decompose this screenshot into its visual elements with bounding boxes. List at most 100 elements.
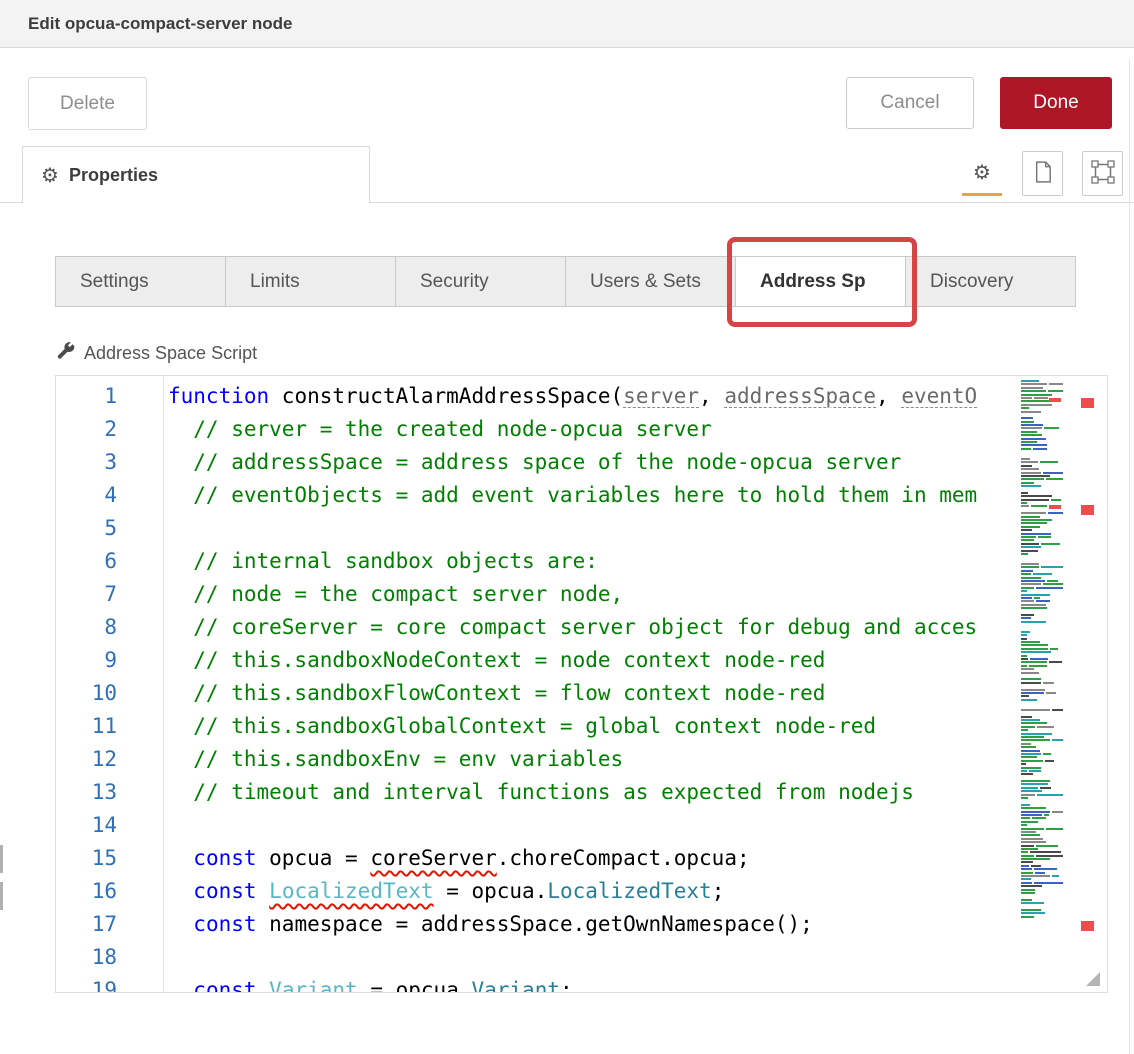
- minimap-line: [1019, 845, 1063, 847]
- minimap-line: [1019, 512, 1063, 514]
- minimap-line: [1019, 482, 1063, 484]
- minimap-line: [1019, 794, 1063, 796]
- code-line: // internal sandbox objects are:: [168, 545, 1019, 578]
- code-line: // this.sandboxNodeContext = node contex…: [168, 644, 1019, 677]
- minimap-line: [1019, 702, 1063, 704]
- minimap-line: [1019, 828, 1063, 830]
- editor-gutter: 12345678910111213141516171819: [56, 376, 164, 992]
- minimap-line: [1019, 848, 1063, 850]
- minimap-line: [1019, 780, 1063, 782]
- line-number: 5: [56, 512, 117, 545]
- editor-resize-grip[interactable]: [1086, 972, 1100, 986]
- line-number: 9: [56, 644, 117, 677]
- minimap-line: [1019, 797, 1063, 799]
- properties-tab-label: Properties: [69, 165, 158, 186]
- minimap-line: [1019, 906, 1063, 908]
- left-scrollbar-mark[interactable]: [0, 882, 3, 910]
- minimap-line: [1019, 655, 1063, 657]
- minimap-line: [1019, 495, 1063, 497]
- minimap-line: [1019, 573, 1063, 575]
- minimap-line: [1019, 712, 1063, 714]
- minimap-line: [1019, 858, 1063, 860]
- minimap-line: [1019, 550, 1063, 552]
- minimap-line: [1019, 855, 1063, 857]
- minimap-line: [1019, 461, 1063, 463]
- line-number: 17: [56, 908, 117, 941]
- minimap-line: [1019, 648, 1063, 650]
- dialog-title: Edit opcua-compact-server node: [28, 14, 293, 34]
- code-line: const LocalizedText = opcua.LocalizedTex…: [168, 875, 1019, 908]
- document-icon: [1034, 161, 1052, 186]
- minimap-line: [1019, 861, 1063, 863]
- minimap-line: [1019, 492, 1063, 494]
- tab-properties[interactable]: ⚙ Properties: [22, 146, 370, 203]
- minimap-line: [1019, 570, 1063, 572]
- left-scrollbar-mark[interactable]: [0, 845, 3, 873]
- minimap-line: [1019, 739, 1063, 741]
- minimap-line: [1019, 475, 1063, 477]
- minimap-line: [1019, 451, 1063, 453]
- code-line: // this.sandboxFlowContext = flow contex…: [168, 677, 1019, 710]
- minimap-line: [1019, 641, 1063, 643]
- code-line: // node = the compact server node,: [168, 578, 1019, 611]
- line-number: 16: [56, 875, 117, 908]
- editor-minimap[interactable]: [1019, 376, 1063, 992]
- node-description-button[interactable]: [1022, 151, 1063, 196]
- minimap-line: [1019, 668, 1063, 670]
- minimap-line: [1019, 485, 1063, 487]
- minimap-line: [1019, 607, 1063, 609]
- minimap-line: [1019, 411, 1063, 413]
- minimap-line: [1019, 719, 1063, 721]
- tab-address-sp[interactable]: Address Sp: [735, 256, 906, 307]
- minimap-line: [1019, 580, 1063, 582]
- minimap-line: [1019, 597, 1063, 599]
- code-line: function constructAlarmAddressSpace(serv…: [168, 380, 1019, 413]
- code-line: // this.sandboxGlobalContext = global co…: [168, 710, 1019, 743]
- minimap-line: [1019, 767, 1063, 769]
- minimap-line: [1019, 478, 1063, 480]
- minimap-line: [1019, 390, 1063, 392]
- line-number: 8: [56, 611, 117, 644]
- minimap-line: [1019, 787, 1063, 789]
- tab-users-sets[interactable]: Users & Sets: [565, 256, 736, 307]
- minimap-line: [1019, 502, 1063, 504]
- tab-discovery[interactable]: Discovery: [905, 256, 1076, 307]
- minimap-line: [1019, 651, 1063, 653]
- minimap-line: [1019, 539, 1063, 541]
- cancel-button[interactable]: Cancel: [846, 77, 974, 129]
- node-appearance-button[interactable]: [1082, 151, 1123, 196]
- code-line: // server = the created node-opcua serve…: [168, 413, 1019, 446]
- editor-code-area[interactable]: function constructAlarmAddressSpace(serv…: [164, 376, 1019, 992]
- minimap-line: [1019, 628, 1063, 630]
- code-line: // eventObjects = add event variables he…: [168, 479, 1019, 512]
- minimap-line: [1019, 614, 1063, 616]
- edit-properties-button[interactable]: ⚙: [962, 151, 1002, 196]
- minimap-line: [1019, 746, 1063, 748]
- code-line: // this.sandboxEnv = env variables: [168, 743, 1019, 776]
- line-number: 6: [56, 545, 117, 578]
- minimap-line: [1019, 472, 1063, 474]
- code-line: const namespace = addressSpace.getOwnNam…: [168, 908, 1019, 941]
- minimap-line: [1019, 536, 1063, 538]
- minimap-error-tick: [1049, 398, 1061, 402]
- delete-button[interactable]: Delete: [28, 77, 147, 130]
- done-button[interactable]: Done: [1000, 77, 1112, 129]
- minimap-line: [1019, 899, 1063, 901]
- minimap-line: [1019, 421, 1063, 423]
- minimap-line: [1019, 678, 1063, 680]
- tab-security[interactable]: Security: [395, 256, 566, 307]
- minimap-line: [1019, 529, 1063, 531]
- minimap-line: [1019, 834, 1063, 836]
- code-line: // timeout and interval functions as exp…: [168, 776, 1019, 809]
- minimap-line: [1019, 750, 1063, 752]
- minimap-line: [1019, 689, 1063, 691]
- minimap-line: [1019, 865, 1063, 867]
- code-editor[interactable]: 12345678910111213141516171819 function c…: [55, 375, 1108, 993]
- minimap-line: [1019, 804, 1063, 806]
- tab-settings[interactable]: Settings: [55, 256, 226, 307]
- tab-limits[interactable]: Limits: [225, 256, 396, 307]
- line-number: 19: [56, 974, 117, 993]
- minimap-line: [1019, 851, 1063, 853]
- gear-icon: ⚙: [973, 162, 991, 182]
- minimap-line: [1019, 770, 1063, 772]
